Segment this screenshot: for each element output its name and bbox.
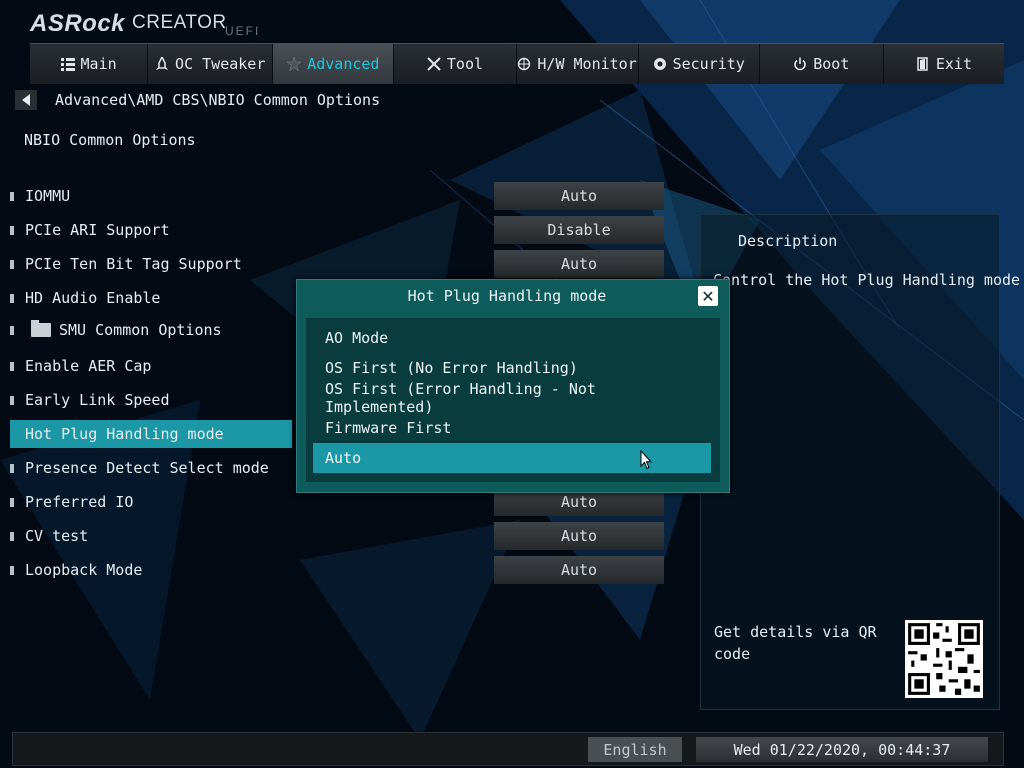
setting-value-loopback-mode[interactable]: Auto [494, 556, 664, 584]
setting-label: HD Audio Enable [25, 289, 161, 307]
setting-label: CV test [25, 527, 89, 545]
setting-value-iommu[interactable]: Auto [494, 182, 664, 210]
description-title: Description [738, 232, 838, 250]
back-button[interactable] [15, 90, 37, 110]
setting-row-pcie-ari[interactable]: PCIe ARI Support [10, 216, 570, 244]
tab-label: Main [80, 55, 117, 73]
datetime-display: Wed 01/22/2020, 00:44:37 [696, 737, 988, 762]
tab-label: Boot [813, 55, 850, 73]
setting-label: Presence Detect Select mode [25, 459, 269, 477]
setting-label: Enable AER Cap [25, 357, 152, 375]
row-bullet [10, 565, 14, 575]
tab-advanced[interactable]: Advanced [273, 44, 395, 84]
setting-value-cv-test[interactable]: Auto [494, 522, 664, 550]
tab-exit[interactable]: Exit [884, 44, 1004, 84]
setting-row-hot-plug-handling[interactable]: Hot Plug Handling mode [10, 420, 292, 448]
setting-row-cv-test[interactable]: CV test [10, 522, 570, 550]
setting-label: PCIe Ten Bit Tag Support [25, 255, 242, 273]
row-bullet [10, 225, 14, 235]
shield-icon [653, 58, 666, 70]
tab-label: OC Tweaker [175, 55, 266, 73]
breadcrumb-path: Advanced\AMD CBS\NBIO Common Options [55, 91, 381, 109]
tab-boot[interactable]: Boot [760, 44, 884, 84]
qr-code-icon [905, 620, 983, 698]
row-bullet [10, 497, 14, 507]
setting-value-pcie-ari[interactable]: Disable [494, 216, 664, 244]
tab-tool[interactable]: Tool [394, 44, 517, 84]
tab-main[interactable]: Main [30, 44, 149, 84]
row-bullet [10, 531, 14, 541]
rocket-icon [156, 57, 169, 70]
list-icon [60, 58, 75, 71]
exit-icon [917, 57, 928, 71]
setting-row-loopback-mode[interactable]: Loopback Mode [10, 556, 570, 584]
description-text: Control the Hot Plug Handling mode [713, 271, 1021, 289]
row-bullet [10, 191, 14, 201]
tools-icon [427, 57, 441, 71]
option-os-first-no-error[interactable]: OS First (No Error Handling) [313, 353, 711, 383]
logo-firmware: UEFI [225, 24, 261, 38]
row-bullet [10, 325, 14, 335]
option-os-first-error[interactable]: OS First (Error Handling - Not Implement… [313, 380, 711, 416]
option-firmware-first[interactable]: Firmware First [313, 413, 711, 443]
close-icon[interactable]: ✕ [698, 286, 718, 306]
row-bullet [10, 463, 14, 473]
setting-label: IOMMU [25, 187, 71, 205]
logo-product: CREATOR [132, 12, 227, 33]
row-bullet [10, 259, 14, 269]
row-bullet [10, 361, 14, 371]
mouse-cursor-icon [640, 450, 652, 470]
star-icon [287, 57, 302, 71]
tab-label: Exit [935, 55, 972, 73]
row-bullet [10, 429, 14, 439]
row-bullet [10, 293, 14, 303]
row-bullet [10, 395, 14, 405]
breadcrumb: Advanced\AMD CBS\NBIO Common Options [15, 90, 380, 110]
tab-security[interactable]: Security [639, 44, 760, 84]
setting-value-pcie-ten-bit-tag[interactable]: Auto [494, 250, 664, 278]
qr-label: Get details via QR code [714, 623, 877, 663]
description-panel: Description Control the Hot Plug Handlin… [700, 214, 1020, 710]
tab-label: Security [672, 55, 745, 73]
power-icon [794, 57, 806, 71]
page-title: NBIO Common Options [24, 131, 196, 149]
top-tab-bar: Main OC Tweaker Advanced Tool H/W Monito… [30, 43, 1004, 84]
folder-icon [31, 320, 51, 337]
logo-brand: ASRock [30, 10, 126, 37]
monitor-icon [518, 57, 531, 71]
language-button[interactable]: English [588, 737, 682, 762]
setting-label: SMU Common Options [59, 321, 222, 339]
setting-label: Early Link Speed [25, 391, 170, 409]
tab-label: Advanced [307, 55, 380, 73]
setting-label: Preferred IO [25, 493, 134, 511]
tab-hw-monitor[interactable]: H/W Monitor [517, 44, 639, 84]
setting-row-pcie-ten-bit-tag[interactable]: PCIe Ten Bit Tag Support [10, 250, 570, 278]
option-list: AO Mode OS First (No Error Handling) OS … [306, 318, 720, 482]
setting-row-iommu[interactable]: IOMMU [10, 182, 570, 210]
option-ao-mode[interactable]: AO Mode [313, 323, 711, 353]
tab-label: Tool [446, 55, 484, 73]
setting-label: Loopback Mode [25, 561, 143, 579]
setting-label: PCIe ARI Support [25, 221, 170, 239]
setting-label: Hot Plug Handling mode [25, 425, 224, 443]
dialog-title: Hot Plug Handling mode [407, 287, 607, 305]
back-arrow-icon [22, 94, 30, 106]
tab-label: H/W Monitor [537, 55, 637, 73]
hot-plug-dialog: Hot Plug Handling mode ✕ AO Mode OS Firs… [296, 279, 730, 493]
tab-oc-tweaker[interactable]: OC Tweaker [148, 44, 274, 84]
